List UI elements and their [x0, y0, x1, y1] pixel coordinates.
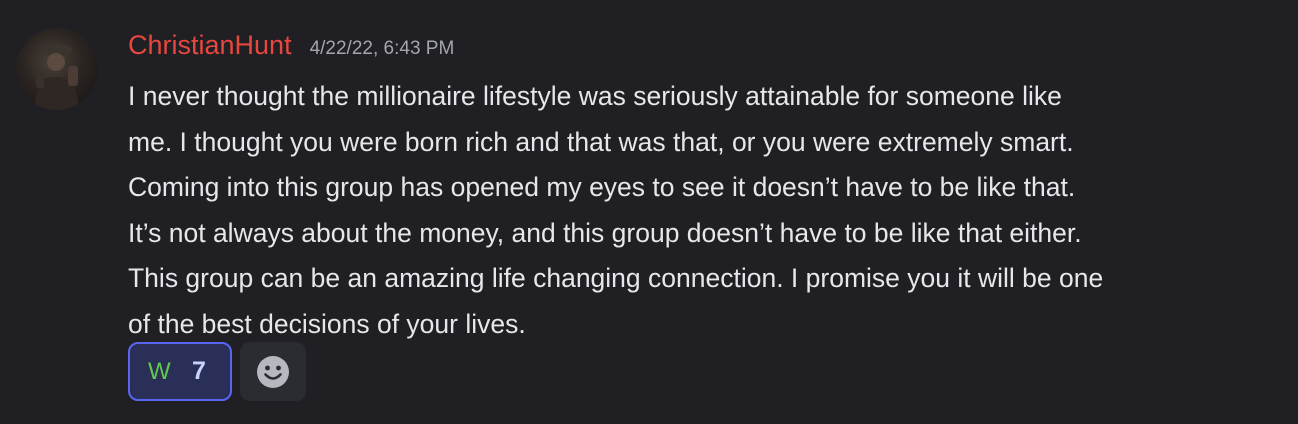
message-line: me. I thought you were born rich and tha… [128, 126, 1074, 157]
message-line: of the best decisions of your lives. [128, 308, 526, 339]
smiley-face-icon [257, 355, 289, 388]
message-line: This group can be an amazing life changi… [128, 263, 1104, 294]
chat-message: ChristianHunt 4/22/22, 6:43 PM I never t… [0, 0, 1298, 424]
avatar[interactable] [16, 28, 98, 110]
reaction-button[interactable]: W 7 [128, 342, 232, 401]
reactions-bar: W 7 [128, 342, 306, 401]
reaction-emoji: W [148, 357, 171, 385]
message-line: Coming into this group has opened my eye… [128, 172, 1076, 203]
timestamp[interactable]: 4/22/22, 6:43 PM [310, 38, 455, 60]
add-reaction-button[interactable] [240, 342, 306, 401]
message-line: I never thought the millionaire lifestyl… [128, 81, 1062, 111]
username[interactable]: ChristianHunt [128, 30, 292, 61]
message-header: ChristianHunt 4/22/22, 6:43 PM [128, 30, 454, 70]
message-content: I never thought the millionaire lifestyl… [128, 74, 1268, 348]
message-line: It’s not always about the money, and thi… [128, 217, 1082, 248]
reaction-count: 7 [192, 357, 206, 385]
avatar-photo [34, 44, 80, 110]
